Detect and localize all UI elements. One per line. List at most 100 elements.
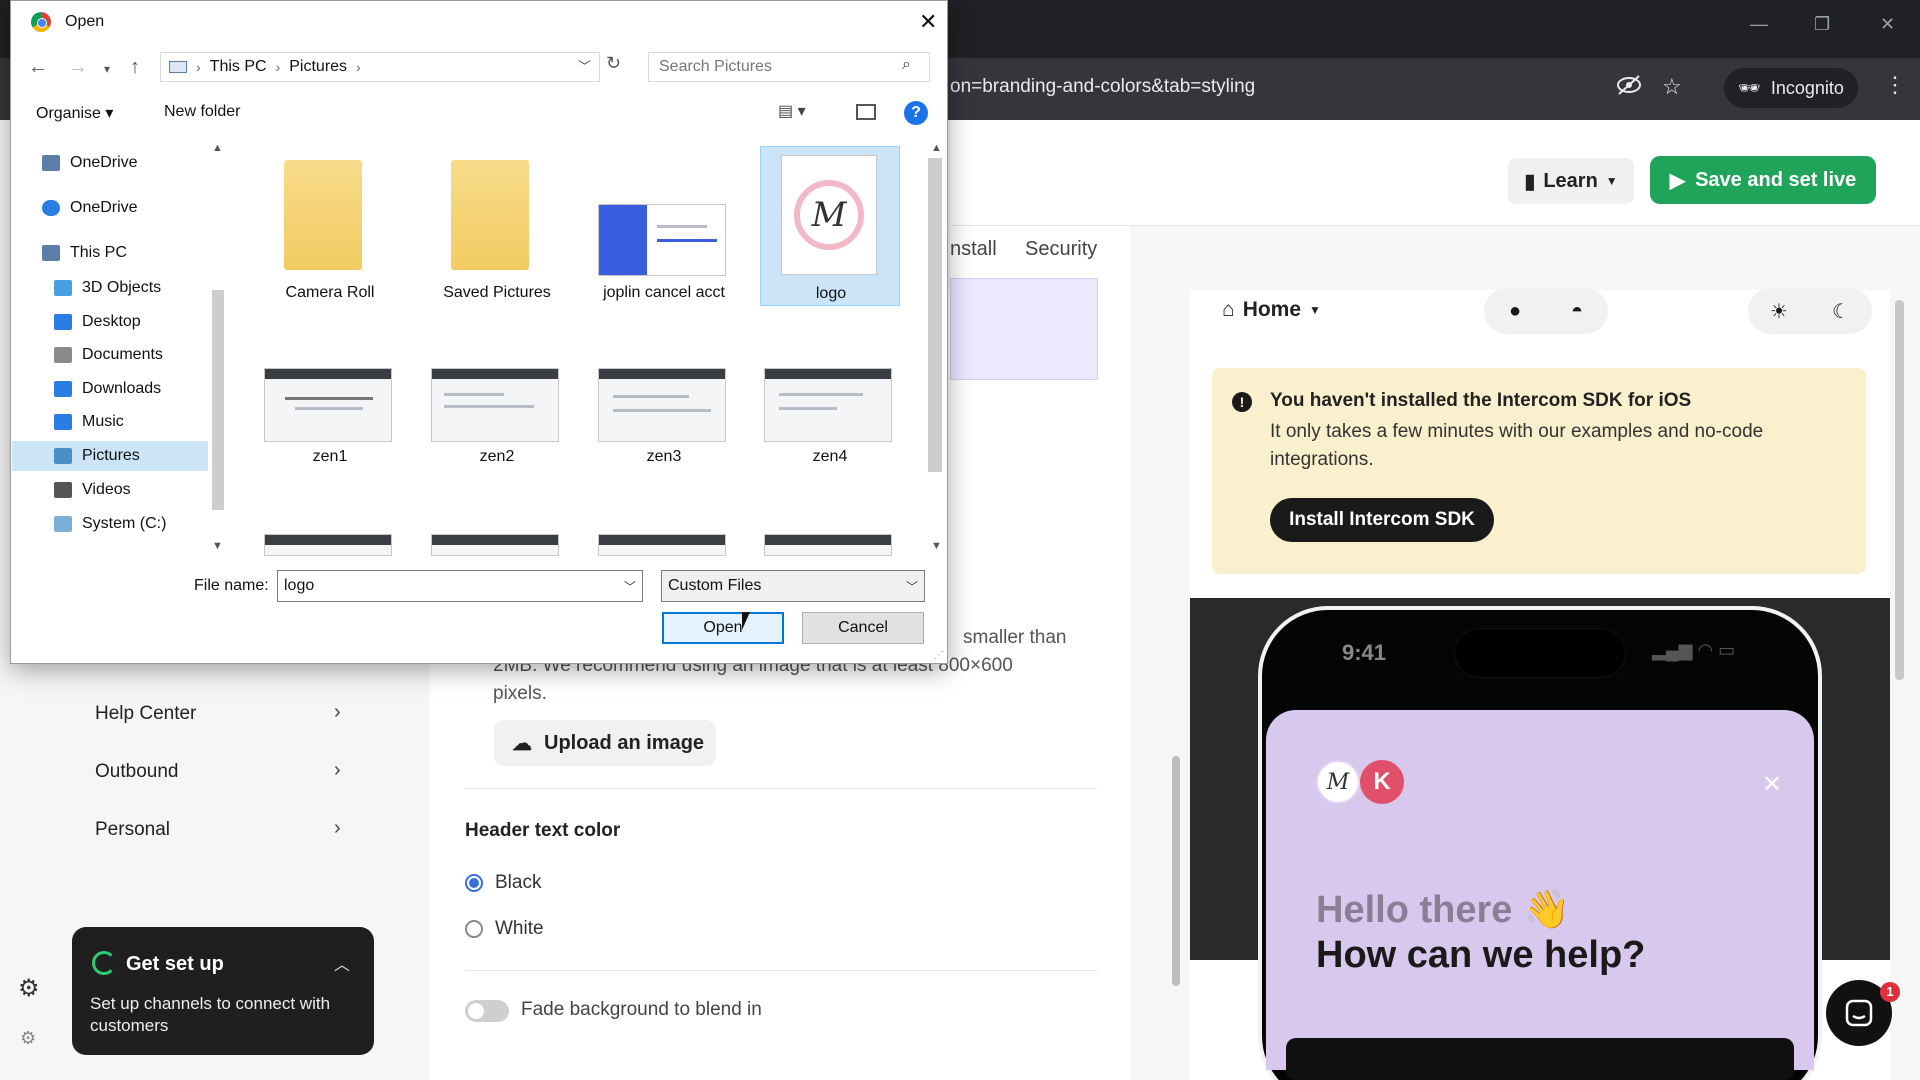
forward-arrow-icon[interactable]: → (68, 56, 88, 79)
tree-onedrive-business[interactable]: OneDrive (42, 148, 138, 178)
tree-scrollbar[interactable] (212, 290, 224, 510)
preview-pane-icon[interactable] (856, 104, 876, 120)
help-icon[interactable]: ? (904, 101, 928, 125)
tab-security[interactable]: Security (1025, 238, 1097, 261)
tab-install[interactable]: nstall (950, 238, 997, 261)
apple-icon[interactable]: ● (1509, 300, 1521, 323)
chevron-down-icon[interactable]: ﹀ (624, 578, 636, 595)
nav-personal[interactable]: Personal (95, 819, 170, 841)
image-thumbnail[interactable] (764, 534, 892, 556)
radio-checked[interactable] (465, 874, 483, 892)
scroll-down-icon[interactable]: ▼ (212, 540, 223, 552)
android-icon[interactable]: ◓ (1571, 300, 1583, 323)
search-pictures-input[interactable]: Search Pictures (648, 52, 930, 82)
incognito-indicator[interactable]: 🕶 Incognito (1724, 68, 1858, 108)
radio-label: Black (495, 872, 542, 893)
install-sdk-button[interactable]: Install Intercom SDK (1270, 498, 1494, 542)
cancel-button[interactable]: Cancel (802, 612, 924, 644)
window-close-button[interactable]: ✕ (1880, 14, 1895, 35)
dialog-close-button[interactable]: ✕ (919, 9, 937, 35)
file-saved-pictures[interactable]: Saved Pictures (427, 148, 567, 308)
dialog-title: Open (65, 13, 105, 30)
file-zen2[interactable]: zen2 (427, 362, 567, 472)
tree-desktop[interactable]: Desktop (54, 307, 141, 337)
open-file-dialog: Open ✕ (10, 0, 948, 664)
file-type-select[interactable]: Custom Files (661, 570, 925, 602)
tree-pictures[interactable]: Pictures (12, 441, 208, 471)
tree-3d-objects[interactable]: 3D Objects (54, 273, 161, 303)
refresh-icon[interactable]: ↻ (606, 53, 621, 74)
home-select[interactable]: ⌂ Home ▼ (1222, 298, 1321, 322)
cube-icon (54, 280, 72, 296)
preview-scrollbar[interactable] (1895, 300, 1904, 680)
tree-videos[interactable]: Videos (54, 475, 131, 505)
avatar: K (1360, 760, 1404, 804)
breadcrumb-pictures[interactable]: Pictures (289, 58, 347, 76)
browser-menu-icon[interactable]: ⋮ (1884, 72, 1906, 98)
minimize-button[interactable]: — (1750, 14, 1768, 35)
image-thumbnail[interactable] (431, 534, 559, 556)
theme-toggle[interactable]: ☀ ☾ (1748, 288, 1872, 334)
file-joplin-cancel-acct[interactable]: joplin cancel acct (594, 148, 734, 308)
image-thumbnail[interactable] (598, 534, 726, 556)
scroll-up-icon[interactable]: ▲ (212, 142, 223, 154)
nav-outbound[interactable]: Outbound (95, 761, 178, 783)
tree-this-pc[interactable]: This PC (42, 238, 127, 268)
learn-button[interactable]: ▮ Learn ▼ (1508, 158, 1634, 204)
header-text-color-label: Header text color (465, 820, 621, 841)
upload-image-button[interactable]: ☁ Upload an image (494, 720, 716, 766)
get-set-up-card[interactable]: Get set up ︿ Set up channels to connect … (72, 927, 374, 1055)
up-arrow-icon[interactable]: ↑ (130, 56, 140, 79)
file-zen3[interactable]: zen3 (594, 362, 734, 472)
chevron-up-icon[interactable]: ︿ (334, 951, 350, 975)
gear-icon[interactable]: ⚙ (18, 974, 40, 1003)
file-zen4[interactable]: zen4 (760, 362, 900, 472)
image-thumbnail[interactable] (264, 534, 392, 556)
breadcrumb-this-pc[interactable]: This PC (210, 58, 267, 76)
chevron-down-icon[interactable]: ﹀ (906, 578, 918, 595)
bookmark-star-icon[interactable]: ☆ (1662, 74, 1682, 100)
fade-background-toggle[interactable] (465, 1000, 509, 1022)
tree-label: Pictures (82, 447, 140, 464)
sun-icon[interactable]: ☀ (1770, 299, 1788, 324)
back-arrow-icon[interactable]: ← (28, 56, 48, 79)
image-thumbnail (264, 368, 392, 442)
file-zen1[interactable]: zen1 (260, 362, 400, 472)
restore-button[interactable]: ❐ (1814, 14, 1830, 35)
settings-scrollbar[interactable] (1172, 756, 1180, 986)
tree-onedrive[interactable]: OneDrive (42, 193, 138, 223)
scroll-down-icon[interactable]: ▼ (931, 540, 942, 552)
moon-icon[interactable]: ☾ (1832, 299, 1850, 324)
tree-system-c[interactable]: System (C:) (54, 509, 166, 539)
change-view-icon[interactable]: ▤ ▾ (778, 101, 806, 121)
new-folder-button[interactable]: New folder (164, 103, 240, 121)
address-bar-url[interactable]: on=branding-and-colors&tab=styling (950, 76, 1255, 98)
platform-toggle[interactable]: ● ◓ (1484, 288, 1608, 334)
logo-thumbnail: M (781, 155, 877, 275)
recent-locations-icon[interactable]: ▾ (104, 62, 110, 76)
file-label: zen2 (479, 448, 515, 465)
file-logo[interactable]: M logo (760, 146, 900, 306)
nav-help-center[interactable]: Help Center (95, 703, 196, 725)
radio-black[interactable]: Black (465, 872, 541, 894)
save-and-set-live-button[interactable]: ▶ Save and set live (1650, 156, 1876, 204)
files-scrollbar[interactable] (928, 158, 942, 472)
address-breadcrumb[interactable]: › This PC › Pictures › (160, 52, 600, 82)
tree-documents[interactable]: Documents (54, 340, 163, 370)
chevron-down-icon[interactable]: ﹀ (578, 56, 591, 75)
file-name-input[interactable]: logo (277, 570, 643, 602)
tree-music[interactable]: Music (54, 407, 124, 437)
organise-button[interactable]: Organise ▾ (36, 103, 113, 123)
chrome-icon (31, 12, 51, 32)
file-label: zen1 (312, 448, 348, 465)
open-button[interactable]: Open (662, 612, 784, 644)
scroll-up-icon[interactable]: ▲ (931, 142, 942, 154)
eye-slash-icon[interactable] (1616, 74, 1642, 102)
file-camera-roll[interactable]: Camera Roll (260, 148, 400, 308)
radio-unchecked[interactable] (465, 920, 483, 938)
close-icon[interactable]: ✕ (1762, 770, 1782, 799)
radio-white[interactable]: White (465, 918, 544, 940)
tree-downloads[interactable]: Downloads (54, 374, 161, 404)
phone-dynamic-island (1454, 628, 1626, 678)
resize-grip-icon[interactable]: ⋰ (934, 650, 944, 661)
